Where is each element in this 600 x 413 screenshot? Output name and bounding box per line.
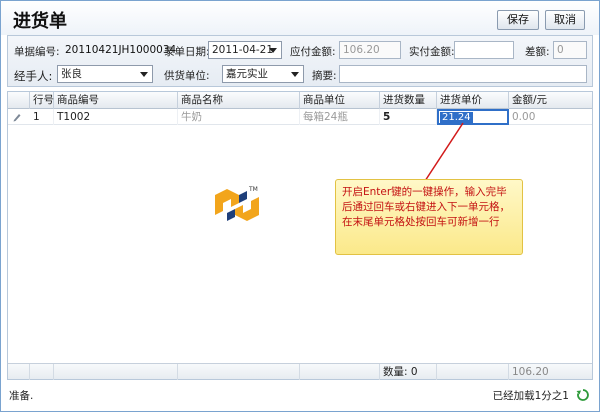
diff-label: 差额: (525, 46, 550, 58)
cell-amount[interactable]: 0.00 (509, 109, 592, 125)
date-label: 录单日期: (164, 46, 210, 58)
handler-select[interactable]: 张良 (57, 65, 153, 83)
paid-label: 实付金额: (409, 46, 455, 58)
column-header-code[interactable]: 商品编号 (54, 92, 178, 109)
footer-qty-total: 数量: 0 (380, 364, 437, 380)
payable-field[interactable]: 106.20 (339, 41, 401, 59)
chevron-down-icon (269, 48, 277, 53)
title-bar: 进货单 保存 取消 (1, 1, 599, 35)
summary-label: 摘要: (312, 70, 337, 82)
column-header-unit[interactable]: 商品单位 (300, 92, 380, 109)
callout-text: 开启Enter键的一键操作，输入完毕后通过回车或右键进入下一单元格，在末尾单元格… (342, 186, 510, 228)
footer-cell-name (178, 364, 300, 380)
column-header-qty[interactable]: 进货数量 (380, 92, 437, 109)
date-picker[interactable]: 2011-04-21 (208, 41, 282, 59)
footer-cell-edit (8, 364, 30, 380)
footer-cell-price (437, 364, 509, 380)
cancel-button[interactable]: 取消 (545, 10, 585, 30)
handler-label: 经手人: (14, 69, 53, 83)
save-button[interactable]: 保存 (497, 10, 539, 30)
paid-field[interactable] (454, 41, 514, 59)
order-no-label: 单据编号: (14, 46, 60, 58)
grid-footer: 数量: 0 106.20 (8, 363, 592, 380)
footer-amount-total: 106.20 (512, 366, 549, 378)
column-header-amount[interactable]: 金额/元 (509, 92, 592, 109)
pencil-icon (13, 114, 21, 122)
cell-unit[interactable]: 每箱24瓶 (300, 109, 380, 125)
supplier-label: 供货单位: (164, 70, 210, 82)
payable-label: 应付金额: (290, 46, 336, 58)
footer-cell-no (30, 364, 54, 380)
summary-field[interactable] (339, 65, 587, 83)
handler-value: 张良 (61, 68, 82, 80)
page-title: 进货单 (13, 11, 67, 32)
price-edit-value: 21.24 (440, 112, 473, 123)
cell-qty[interactable]: 5 (380, 109, 437, 125)
supplier-select[interactable]: 嘉元实业 (222, 65, 304, 83)
column-header-price[interactable]: 进货单价 (437, 92, 509, 109)
chevron-down-icon (140, 72, 148, 77)
purchase-order-window: 进货单 保存 取消 单据编号: 20110421JH1000034 录单日期: … (0, 0, 600, 412)
order-form: 单据编号: 20110421JH1000034 录单日期: 2011-04-21… (7, 35, 593, 87)
cell-name[interactable]: 牛奶 (178, 109, 300, 125)
status-bar: 准备. 已经加载1分之1 (1, 380, 599, 411)
grid-header: 行号 商品编号 商品名称 商品单位 进货数量 进货单价 金额/元 (8, 92, 592, 109)
cell-code[interactable]: T1002 (54, 109, 178, 125)
diff-field[interactable]: 0 (553, 41, 587, 59)
cell-no[interactable]: 1 (30, 109, 54, 125)
supplier-value: 嘉元实业 (226, 68, 268, 80)
footer-cell-code (54, 364, 178, 380)
order-no-value: 20110421JH1000034 (65, 44, 177, 56)
column-header-edit (8, 92, 30, 109)
brand-logo-icon: TM (215, 186, 259, 221)
column-header-no[interactable]: 行号 (30, 92, 54, 109)
price-edit-input[interactable]: 21.24 (437, 109, 509, 125)
chevron-down-icon (291, 72, 299, 77)
refresh-icon[interactable] (576, 388, 590, 402)
trademark-mark: TM (248, 186, 258, 193)
load-status-text: 已经加载1分之1 (492, 390, 569, 402)
footer-cell-unit (300, 364, 380, 380)
tooltip-callout: 开启Enter键的一键操作，输入完毕后通过回车或右键进入下一单元格，在末尾单元格… (335, 179, 523, 255)
status-text: 准备. (9, 390, 34, 402)
date-value: 2011-04-21 (212, 44, 274, 56)
column-header-name[interactable]: 商品名称 (178, 92, 300, 109)
